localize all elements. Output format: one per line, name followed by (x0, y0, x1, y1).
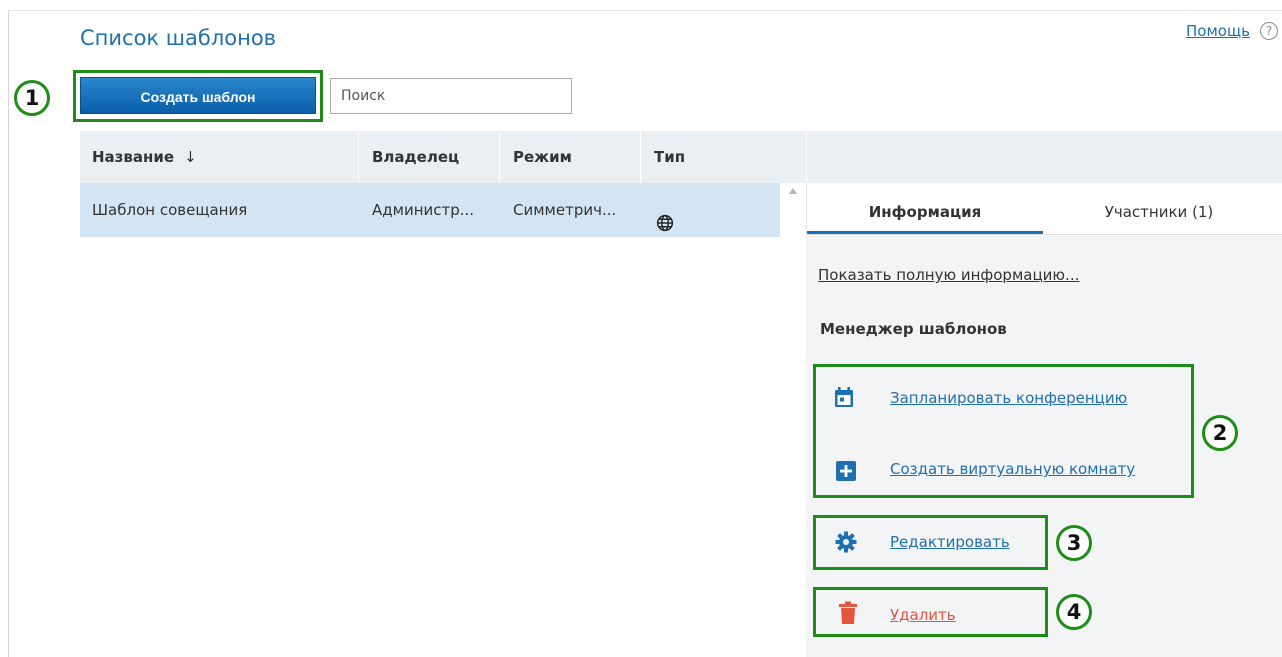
help-link[interactable]: Помощь (1186, 22, 1250, 40)
page-title: Список шаблонов (80, 26, 277, 50)
column-divider[interactable] (640, 131, 641, 183)
tab-information[interactable]: Информация (807, 183, 1043, 233)
table-header: Название ↓ Владелец Режим Тип (80, 131, 1282, 183)
template-manager-heading: Менеджер шаблонов (820, 320, 1007, 338)
schedule-conference-link[interactable]: Запланировать конференцию (890, 389, 1127, 407)
row-owner: Администр... (372, 201, 475, 219)
calendar-icon[interactable] (833, 386, 855, 408)
column-divider (806, 131, 807, 183)
column-divider[interactable] (358, 131, 359, 183)
frame-border-top (8, 10, 1282, 11)
create-template-button[interactable]: Создать шаблон (80, 77, 316, 114)
annotation-badge-3: 3 (1056, 525, 1092, 561)
plus-square-icon[interactable] (835, 460, 857, 482)
scroll-up-arrow-icon[interactable] (789, 188, 797, 194)
table-row[interactable]: Шаблон совещания Администр... Симметрич.… (80, 183, 780, 237)
column-divider[interactable] (499, 131, 500, 183)
row-mode: Симметрич... (513, 201, 617, 219)
tab-divider (807, 234, 1282, 235)
question-circle-icon[interactable]: ? (1260, 22, 1278, 40)
tab-participants[interactable]: Участники (1) (1059, 183, 1259, 233)
annotation-badge-1: 1 (14, 80, 50, 116)
delete-link[interactable]: Удалить (890, 606, 956, 624)
gear-icon[interactable] (835, 531, 857, 553)
annotation-badge-4: 4 (1056, 594, 1092, 630)
column-header-mode[interactable]: Режим (513, 131, 572, 183)
column-header-owner[interactable]: Владелец (372, 131, 459, 183)
show-full-info-link[interactable]: Показать полную информацию... (818, 266, 1079, 284)
column-header-type[interactable]: Тип (654, 131, 685, 183)
column-header-name[interactable]: Название ↓ (92, 131, 197, 183)
frame-border-left (8, 10, 9, 657)
trash-icon[interactable] (837, 601, 859, 624)
search-input[interactable] (330, 78, 572, 114)
globe-icon (656, 200, 674, 232)
edit-link[interactable]: Редактировать (890, 533, 1010, 551)
row-name: Шаблон совещания (92, 201, 248, 219)
annotation-badge-2: 2 (1202, 415, 1238, 451)
create-virtual-room-link[interactable]: Создать виртуальную комнату (890, 460, 1135, 478)
arrow-down-icon: ↓ (184, 148, 197, 166)
